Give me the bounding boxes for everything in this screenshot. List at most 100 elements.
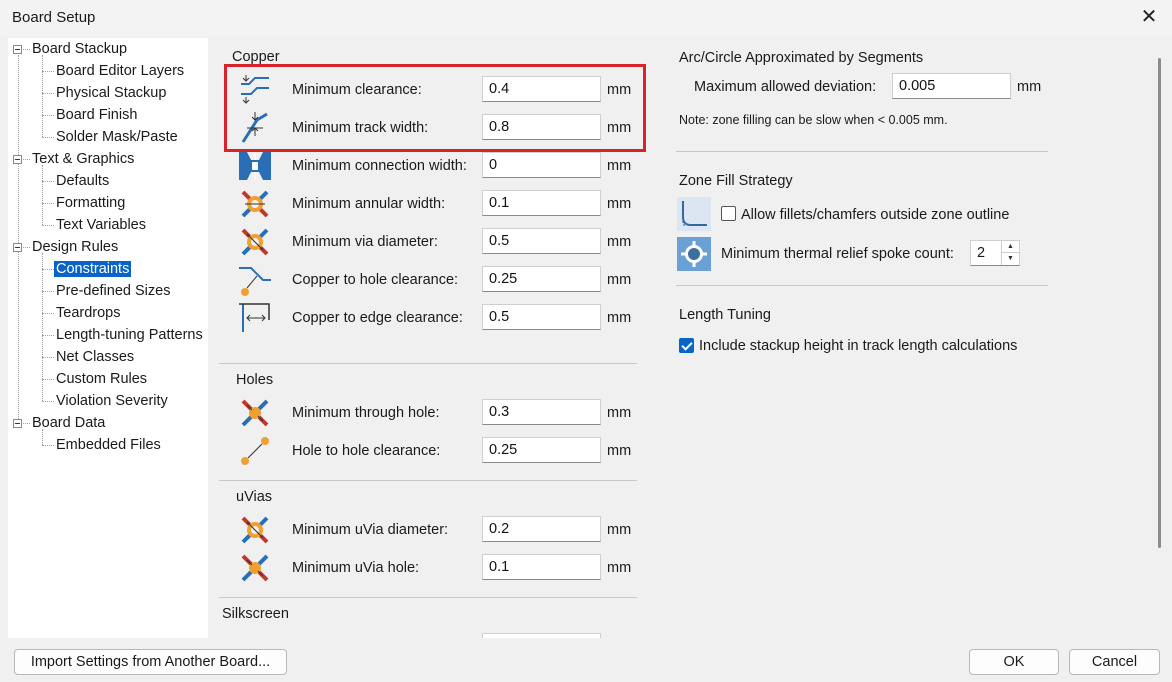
collapse-icon[interactable] [13,155,22,164]
tree-item-net-classes[interactable]: Net Classes [56,347,134,367]
uvias-row-label: Minimum uVia hole: [292,560,420,576]
max-deviation-input[interactable]: 0.005 [892,73,1011,99]
tree-connector [42,93,54,94]
tree-item-teardrops[interactable]: Teardrops [56,303,120,323]
connection-width-icon [237,148,273,184]
tree-item-label: Board Data [32,415,106,431]
tree-item-label: Physical Stackup [56,85,167,101]
tree-connector [42,181,54,182]
separator [219,597,637,598]
spin-down-icon[interactable]: ▼ [1002,253,1019,265]
tree-item-formatting[interactable]: Formatting [56,193,125,213]
tree-connector [42,115,54,116]
tree-connector [42,445,54,446]
tree-item-label: Text & Graphics [32,151,135,167]
uvias-row-label: Minimum uVia diameter: [292,522,449,538]
tree-item-constraints[interactable]: Constraints [54,259,132,279]
holes-unit-label: mm [607,443,632,459]
copper-value-input[interactable]: 0.25 [482,266,601,292]
tree-connector [42,401,54,402]
tree-item-board-finish[interactable]: Board Finish [56,105,137,125]
ok-button[interactable]: OK [969,649,1059,675]
silkscreen-value-input[interactable] [482,633,601,638]
collapse-icon[interactable] [13,419,22,428]
close-button[interactable]: ✕ [1132,3,1166,33]
tree-item-board-editor-layers[interactable]: Board Editor Layers [56,61,184,81]
uvias-value-input[interactable]: 0.1 [482,554,601,580]
stackup-height-label: Include stackup height in track length c… [699,338,1018,354]
uvia-diameter-icon [237,512,273,548]
tree-item-text-variables[interactable]: Text Variables [56,215,146,235]
tree-item-custom-rules[interactable]: Custom Rules [56,369,147,389]
hole-to-hole-icon [237,433,273,469]
stackup-height-checkbox[interactable] [679,338,694,353]
tree-item-text-graphics[interactable]: Text & Graphics [32,149,134,169]
uvia-hole-icon [237,550,273,586]
via-diameter-icon [237,224,273,260]
spin-up-icon[interactable]: ▲ [1002,241,1019,253]
tree-item-solder-mask-paste[interactable]: Solder Mask/Paste [56,127,178,147]
tree-item-label: Constraints [54,261,132,277]
copper-unit-label: mm [607,272,632,288]
copper-unit-label: mm [607,196,632,212]
copper-row-label: Copper to edge clearance: [292,310,463,326]
copper-row-label: Minimum via diameter: [292,234,438,250]
copper-value-input[interactable]: 0.1 [482,190,601,216]
tree-connector [18,55,19,423]
copper-row-label: Copper to hole clearance: [292,272,459,288]
zone-fill-note: Note: zone filling can be slow when < 0.… [679,113,948,127]
copper-value-input[interactable]: 0 [482,152,601,178]
max-deviation-label: Maximum allowed deviation: [694,79,877,95]
tree-connector [42,165,43,225]
cancel-button[interactable]: Cancel [1069,649,1160,675]
holes-value-input[interactable]: 0.25 [482,437,601,463]
tree-item-board-stackup[interactable]: Board Stackup [32,39,127,59]
thermal-relief-icon [677,237,711,271]
max-deviation-unit: mm [1017,79,1042,95]
separator [676,151,1048,152]
tree-item-defaults[interactable]: Defaults [56,171,109,191]
through-hole-icon [237,395,273,431]
edge-clearance-icon [237,300,273,336]
window-title: Board Setup [12,9,96,26]
fillets-checkbox[interactable] [721,206,736,221]
spoke-count-spinner[interactable]: 2 ▲ ▼ [970,240,1020,266]
collapse-icon[interactable] [13,243,22,252]
collapse-icon[interactable] [13,45,22,54]
tree-item-design-rules[interactable]: Design Rules [32,237,118,257]
arc-section-title: Arc/Circle Approximated by Segments [679,50,924,66]
fillet-icon [677,197,711,231]
uvias-unit-label: mm [607,560,632,576]
tree-item-length-tuning-patterns[interactable]: Length-tuning Patterns [56,325,203,345]
tree-item-board-data[interactable]: Board Data [32,413,105,433]
tree-item-label: Text Variables [56,217,146,233]
copper-unit-label: mm [607,234,632,250]
length-tuning-section-title: Length Tuning [679,307,771,323]
zone-fill-section-title: Zone Fill Strategy [679,173,793,189]
separator [676,285,1048,286]
tree-item-embedded-files[interactable]: Embedded Files [56,435,161,455]
separator [219,480,637,481]
copper-row-label: Minimum annular width: [292,196,446,212]
import-settings-button[interactable]: Import Settings from Another Board... [14,649,287,675]
scrollbar-thumb[interactable] [1158,58,1161,548]
holes-row-label: Minimum through hole: [292,405,440,421]
tree-connector [42,55,43,137]
copper-value-input[interactable]: 0.5 [482,304,601,330]
fillets-label: Allow fillets/chamfers outside zone outl… [741,207,1010,223]
tree-connector [42,357,54,358]
tree-item-pre-defined-sizes[interactable]: Pre-defined Sizes [56,281,170,301]
tree-connector [23,159,30,160]
copper-value-input[interactable]: 0.5 [482,228,601,254]
tree-item-physical-stackup[interactable]: Physical Stackup [56,83,166,103]
copper-unit-label: mm [607,158,632,174]
tree-connector [42,225,54,226]
tree-item-label: Length-tuning Patterns [56,327,203,343]
tree-item-label: Board Editor Layers [56,63,185,79]
settings-tree: Board Stackup Board Editor Layers Physical… [8,38,208,638]
uvias-value-input[interactable]: 0.2 [482,516,601,542]
hole-clearance-icon [237,262,273,298]
tree-connector [42,71,54,72]
tree-item-violation-severity[interactable]: Violation Severity [56,391,168,411]
holes-value-input[interactable]: 0.3 [482,399,601,425]
